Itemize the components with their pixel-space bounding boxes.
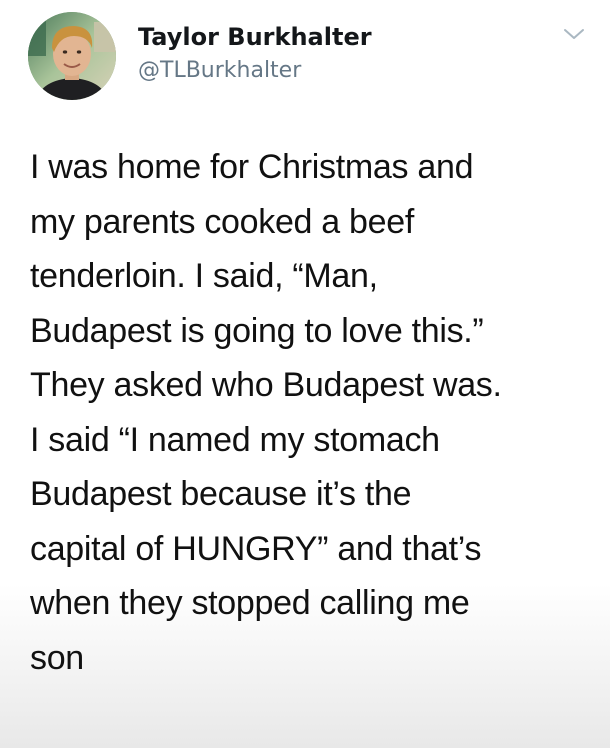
tweet-body-line: I was home for Christmas and bbox=[30, 148, 474, 186]
avatar[interactable] bbox=[28, 12, 116, 100]
tweet-header: Taylor Burkhalter @TLBurkhalter bbox=[28, 12, 588, 104]
chevron-down-icon[interactable] bbox=[562, 26, 586, 42]
tweet-body-line: I said “I named my stomach bbox=[30, 420, 440, 459]
tweet-body-line: Budapest because it’s the bbox=[30, 475, 412, 513]
tweet-body-line: Budapest is going to love this.” bbox=[30, 311, 484, 350]
tweet-body-line: when they stopped calling me bbox=[30, 584, 470, 622]
tweet-body-line: They asked who Budapest was. bbox=[30, 366, 502, 404]
tweet-body-line: tenderloin. I said, “Man, bbox=[30, 257, 378, 295]
profile-photo-icon bbox=[28, 12, 116, 100]
tweet-body-line: son bbox=[30, 638, 84, 677]
tweet-card: Taylor Burkhalter @TLBurkhalter I was ho… bbox=[0, 0, 610, 748]
author-display-name[interactable]: Taylor Burkhalter bbox=[138, 22, 372, 52]
author-handle[interactable]: @TLBurkhalter bbox=[138, 56, 372, 86]
tweet-body-line: capital of HUNGRY” and that’s bbox=[30, 529, 482, 568]
tweet-body: I was home for Christmas and my parents … bbox=[30, 140, 590, 685]
tweet-body-line: my parents cooked a beef bbox=[30, 202, 415, 241]
author-names: Taylor Burkhalter @TLBurkhalter bbox=[138, 22, 372, 86]
